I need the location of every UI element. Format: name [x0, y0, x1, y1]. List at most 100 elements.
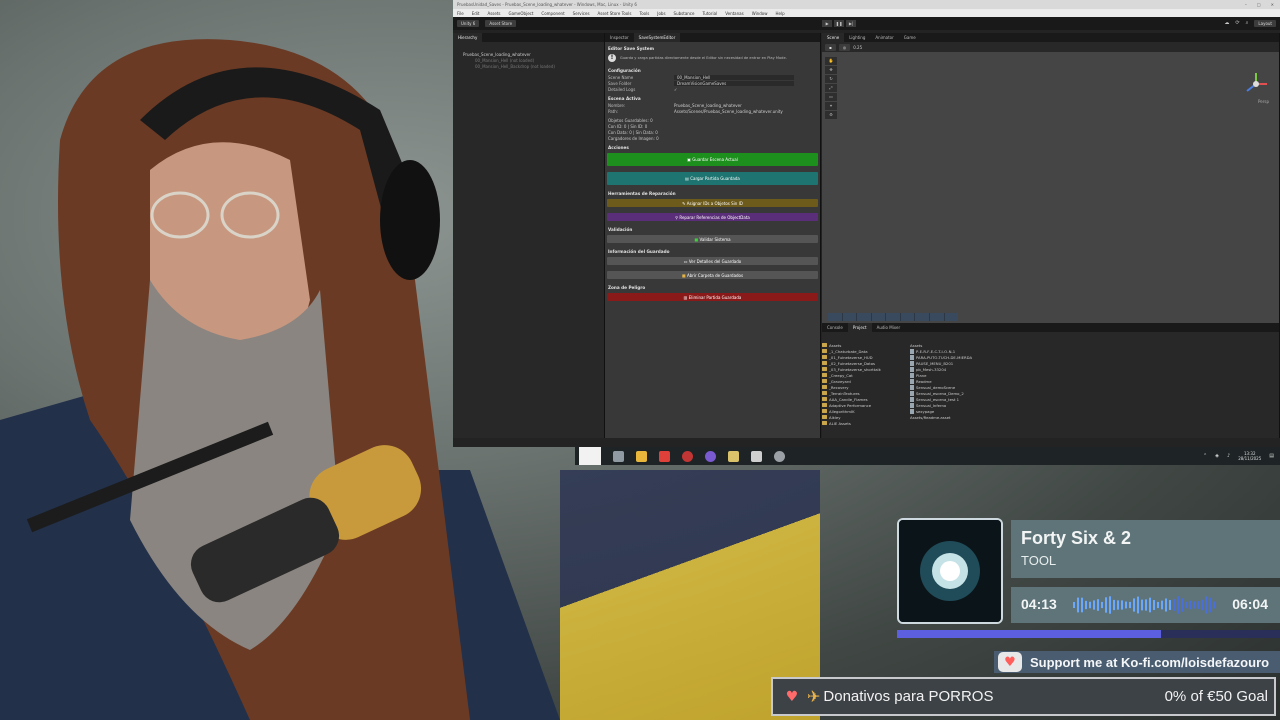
search-box[interactable] [579, 447, 601, 465]
load-game-button[interactable]: ▤ Cargar Partida Guardada [607, 172, 818, 185]
overlay-toolbar[interactable] [828, 313, 959, 321]
track-title: Forty Six & 2 [1021, 528, 1132, 548]
tab-animator[interactable]: Animator [870, 33, 898, 42]
search-icon[interactable]: ⌕ [1246, 20, 1249, 27]
menu-ventanas[interactable]: Ventanas [725, 11, 744, 16]
button-label: Asignar IDs a Objetos Sin ID [686, 200, 743, 206]
menu-component[interactable]: Component [541, 11, 564, 16]
tab-hierarchy[interactable]: Hierarchy [453, 33, 483, 42]
network-icon[interactable]: ◈ [1215, 453, 1219, 459]
pause-icon[interactable]: ❚❚ [834, 20, 845, 27]
settings-icon[interactable] [774, 450, 785, 462]
task-view-icon[interactable] [613, 450, 624, 462]
delete-save-button[interactable]: ▥ Eliminar Partida Guardada [607, 293, 818, 301]
cloud-icon[interactable]: ☁ [1224, 20, 1229, 27]
danger-header: Zona de Peligro [608, 285, 646, 290]
maximize-icon[interactable]: □ [1257, 2, 1261, 7]
chevron-up-icon[interactable]: ⌃ [1203, 453, 1207, 459]
save-folder-input[interactable]: DreamVisionGameSaves [674, 80, 794, 86]
tree-label: _1_Chaturbate_Data [829, 348, 868, 354]
validate-button[interactable]: ■ Validar Sistema [607, 235, 818, 243]
repair-refs-button[interactable]: ⚲ Reparar Referencias de ObjectData [607, 213, 818, 221]
tab-scene[interactable]: Scene [822, 33, 845, 42]
clock[interactable]: 13:32 28/11/2025 [1238, 451, 1261, 461]
tab-game[interactable]: Game [899, 33, 921, 42]
menu-window[interactable]: Window [752, 11, 768, 16]
minimize-icon[interactable]: – [1245, 2, 1247, 7]
unity-icon[interactable] [751, 450, 762, 462]
menu-jobs[interactable]: Jobs [657, 11, 665, 16]
file-explorer-icon[interactable] [636, 450, 647, 462]
tab-project[interactable]: Project [847, 323, 872, 332]
browser-icon[interactable] [705, 450, 716, 462]
zoom-value[interactable]: 0.25 [853, 45, 862, 50]
step-icon[interactable]: ▶| [846, 20, 857, 27]
global-toggle[interactable]: ◎ [838, 43, 851, 51]
scene-view-panel[interactable]: Scene Lighting Animator Game ▪ ◎ 0.25 ✋ … [822, 33, 1280, 323]
waveform-bar [1173, 599, 1175, 611]
tab-audio-mixer[interactable]: Audio Mixer [872, 323, 906, 332]
project-panel: Console Project Audio Mixer Assets _1_Ch… [822, 323, 1280, 438]
system-tray: ⌃ ◈ ♪ 13:32 28/11/2025 ▤ [1203, 451, 1280, 461]
tab-inspector[interactable]: Inspector [605, 33, 634, 42]
volume-icon[interactable]: ♪ [1227, 453, 1230, 459]
media-icon[interactable] [682, 450, 693, 462]
file-icon [910, 366, 914, 372]
waveform-bar [1185, 601, 1187, 609]
menu-services[interactable]: Services [573, 11, 590, 16]
asset-store-button[interactable]: Asset Store [485, 20, 517, 27]
menu-substance[interactable]: Substance [674, 11, 695, 16]
file-icon [910, 372, 914, 378]
assign-ids-button[interactable]: ✎ Asignar IDs a Objetos Sin ID [607, 199, 818, 207]
clock-date: 28/11/2025 [1238, 456, 1262, 461]
menu-help[interactable]: Help [775, 11, 784, 16]
notifications-icon[interactable]: ▤ [1269, 453, 1274, 459]
menu-asset-store-tools[interactable]: Asset Store Tools [598, 11, 632, 16]
hand-tool-icon[interactable]: ✋ [825, 57, 837, 65]
transform-tool-icon[interactable]: ⌖ [825, 102, 837, 110]
rotate-tool-icon[interactable]: ↻ [825, 75, 837, 83]
asset-path: Assets/Readme.asset [910, 414, 951, 420]
see-details-button[interactable]: ▭ Ver Detalles del Guardado [607, 257, 818, 265]
vivaldi-icon[interactable] [659, 450, 670, 462]
menu-assets[interactable]: Assets [487, 11, 500, 16]
close-icon[interactable]: ✕ [1271, 2, 1274, 7]
move-tool-icon[interactable]: ✥ [825, 66, 837, 74]
save-scene-button[interactable]: ▣ Guardar Escena Actual [607, 153, 818, 166]
orientation-gizmo-icon[interactable] [1243, 71, 1269, 97]
perspective-label[interactable]: Persp [1258, 99, 1269, 104]
file-icon [910, 378, 914, 384]
hierarchy-row-unloaded[interactable]: 00_Mansion_Hell_Backdrop (not loaded) [453, 63, 604, 69]
custom-tool-icon[interactable]: ⚙ [825, 111, 837, 119]
rect-tool-icon[interactable]: ▭ [825, 93, 837, 101]
waveform-bar [1157, 601, 1159, 609]
config-header: Configuración [608, 68, 641, 73]
waveform-bar [1077, 597, 1079, 613]
hierarchy-search[interactable] [453, 42, 604, 51]
play-icon[interactable]: ▶ [822, 20, 833, 27]
waveform-bar [1125, 601, 1127, 609]
scene-name-input[interactable]: 00_Mansion_Hell [674, 74, 794, 80]
files-icon[interactable] [728, 450, 739, 462]
tab-lighting[interactable]: Lighting [844, 33, 870, 42]
waveform-bar [1117, 600, 1119, 610]
history-icon[interactable]: ⟳ [1235, 20, 1239, 27]
tree-item[interactable]: ALIE Assets [822, 420, 907, 426]
waveform-bar [1101, 601, 1103, 609]
tree-label: ALIE Assets [829, 420, 851, 426]
pivot-toggle[interactable]: ▪ [825, 43, 836, 51]
open-folder-button[interactable]: ■ Abrir Carpeta de Guardados [607, 271, 818, 279]
menu-tools[interactable]: Tools [639, 11, 649, 16]
tab-save-system-editor[interactable]: SaveSystemEditor [633, 33, 681, 42]
menu-tutorial[interactable]: Tutorial [702, 11, 717, 16]
menu-file[interactable]: File [457, 11, 464, 16]
layout-dropdown[interactable]: Layout [1254, 20, 1276, 27]
waveform-bar [1081, 597, 1083, 613]
menu-gameobject[interactable]: GameObject [508, 11, 533, 16]
menu-edit[interactable]: Edit [472, 11, 480, 16]
scale-tool-icon[interactable]: ⤢ [825, 84, 837, 92]
detailed-logs-checkbox[interactable]: ✓ [674, 87, 677, 92]
account-button[interactable]: Unity 6 [457, 20, 480, 27]
tab-console[interactable]: Console [822, 323, 848, 332]
waveform-bar [1189, 600, 1191, 610]
